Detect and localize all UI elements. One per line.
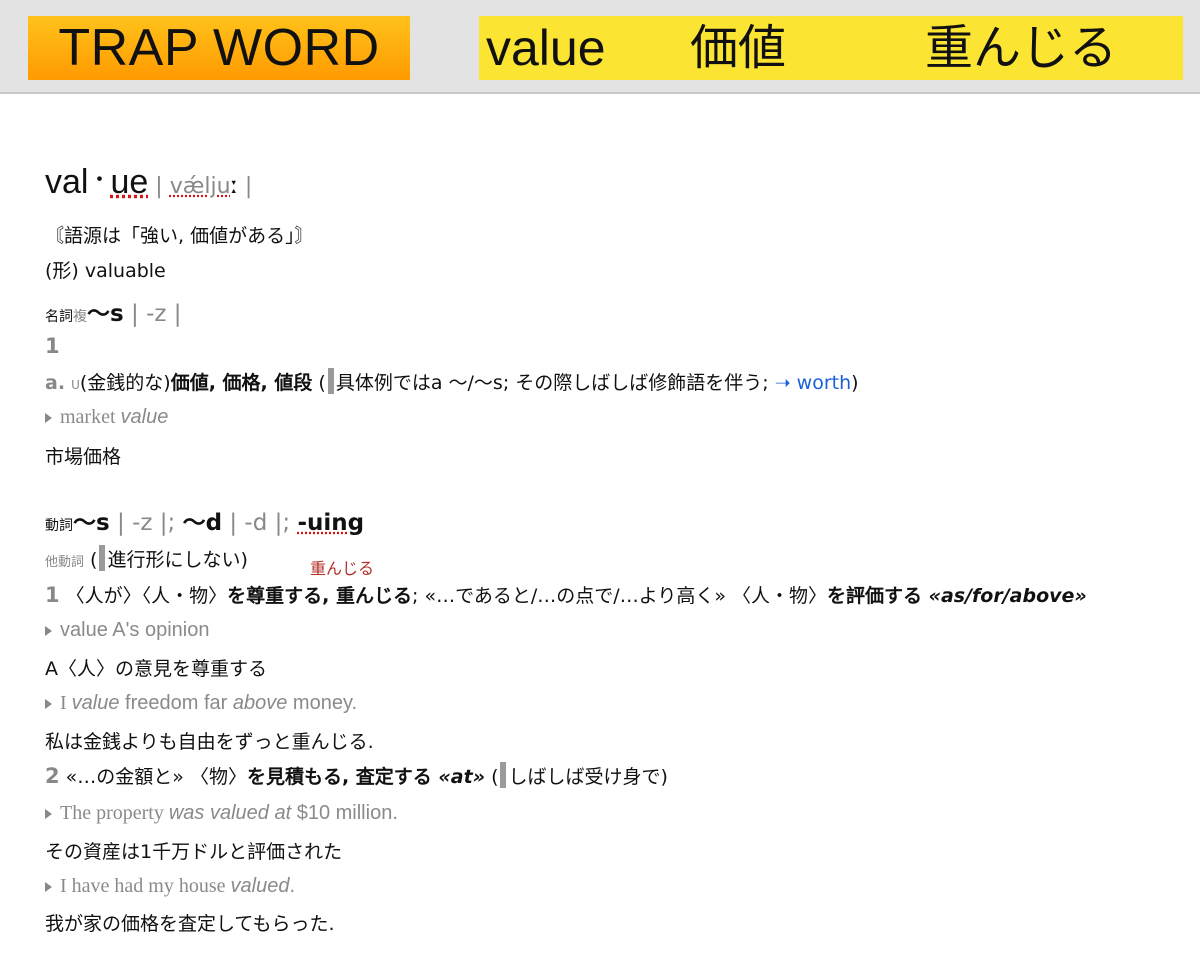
adjective-form: (形) valuable: [45, 260, 166, 282]
play-triangle-icon[interactable]: [45, 626, 52, 637]
transitive-tag: 他動詞: [45, 555, 85, 570]
play-triangle-icon[interactable]: [45, 809, 52, 820]
noun-plural: 〜s: [87, 301, 124, 327]
banner-word: value: [486, 20, 606, 76]
noun-sense-1a: a. U(金銭的な)価値, 価格, 値段 (具体例ではa 〜/〜s; その際しば…: [45, 368, 859, 395]
play-triangle-icon[interactable]: [45, 699, 52, 710]
noun-plural-pron: | -z |: [123, 301, 182, 327]
example-2: value A's opinion: [45, 619, 209, 642]
pos-verb: 動詞: [45, 518, 73, 534]
pronunciation: | vǽljuː |: [148, 174, 253, 199]
example-1-translation: 市場価格: [45, 446, 122, 468]
etymology: 〘語源は「強い, 価値がある」〙: [45, 225, 314, 247]
banner-meaning-1: 価値: [690, 20, 787, 76]
example-5-translation: 我が家の価格を査定してもらった.: [45, 913, 335, 935]
verb-header: 動詞〜s | -z |; 〜d | -d |; -uing: [45, 510, 365, 536]
transitive-verb-line: 他動詞 (進行形にしない): [45, 545, 248, 572]
text-cursor-marker: [327, 368, 334, 394]
noun-header: 名詞複〜s | -z |: [45, 294, 182, 328]
worth-link[interactable]: ➝ worth: [775, 372, 851, 394]
top-banner: TRAP WORD value 価値 重んじる: [0, 0, 1200, 94]
example-5: I have had my house valued.: [45, 875, 295, 898]
verb-sense-2: 2 «…の金額と» 〈物〉を見積もる, 査定する «at» (しばしば受け身で): [45, 762, 668, 788]
text-cursor-marker: [99, 545, 106, 571]
plural-tag: 複: [73, 309, 87, 325]
example-3: I value freedom far above money.: [45, 692, 357, 715]
banner-meaning-2: 重んじる: [925, 20, 1118, 76]
pos-noun: 名詞: [45, 309, 73, 325]
verb-sense-1: 1 〈人が〉〈人・物〉を尊重する, 重んじる; «…であると/…の点で/…より高…: [45, 583, 1087, 607]
example-2-translation: A〈人〉の意見を尊重する: [45, 658, 267, 680]
example-3-translation: 私は金銭よりも自由をずっと重んじる.: [45, 731, 374, 753]
text-cursor-marker: [500, 762, 507, 788]
example-1: market value: [45, 406, 168, 429]
handwritten-annotation: 重んじる: [310, 559, 375, 578]
trap-word-label: TRAP WORD: [28, 16, 410, 80]
sense-number-1: 1: [45, 334, 60, 358]
play-triangle-icon[interactable]: [45, 413, 52, 424]
headword-line: val・ue | vǽljuː |: [45, 162, 252, 202]
example-4: The property was valued at $10 million.: [45, 802, 398, 825]
example-4-translation: その資産は1千万ドルと評価された: [45, 841, 343, 863]
headword: val・ue: [45, 163, 149, 201]
play-triangle-icon[interactable]: [45, 882, 52, 893]
